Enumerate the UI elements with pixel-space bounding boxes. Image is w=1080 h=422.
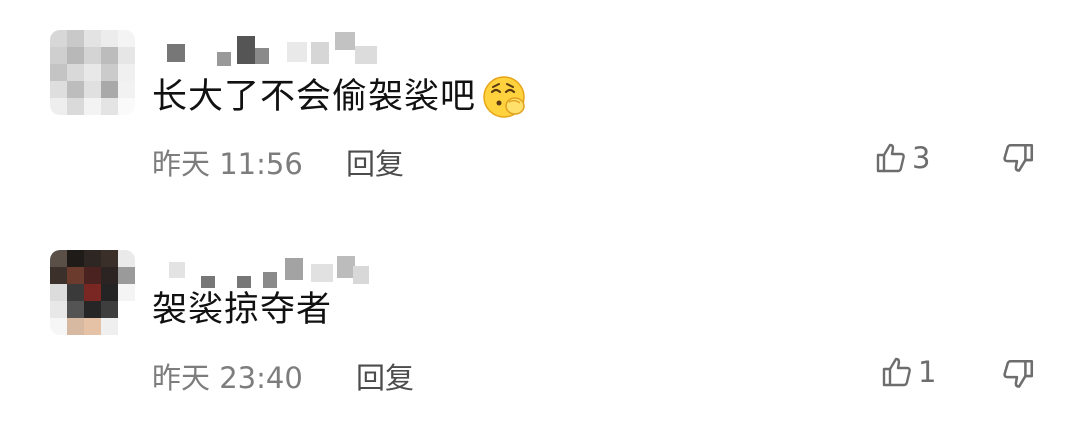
thumbs-down-outline-icon	[1003, 143, 1034, 172]
comment-text-content: 袈裟掠夺者	[152, 290, 333, 330]
comment-item: 长大了不会偷袈裟吧 昨天 11:56 回复 3	[0, 20, 1080, 210]
comment-text: 长大了不会偷袈裟吧	[152, 74, 528, 120]
username-blurred[interactable]	[165, 252, 405, 288]
shushing-face-emoji-icon	[482, 74, 528, 120]
username-blurred[interactable]	[165, 32, 405, 66]
comment-timestamp: 昨天 11:56	[152, 147, 303, 181]
thumbs-up-outline-icon	[882, 357, 911, 387]
dislike-button[interactable]	[1000, 357, 1036, 397]
reply-button[interactable]: 回复	[346, 141, 404, 183]
avatar[interactable]	[50, 30, 135, 115]
dislike-button[interactable]	[1000, 141, 1036, 181]
like-button[interactable]: 3	[874, 141, 930, 175]
like-count: 1	[918, 355, 937, 389]
thumbs-up-outline-icon	[876, 143, 905, 173]
comment-text: 袈裟掠夺者	[152, 288, 332, 332]
like-count: 3	[912, 141, 931, 175]
like-button[interactable]: 1	[880, 355, 936, 389]
comment-timestamp: 昨天 23:40	[152, 361, 303, 395]
thumbs-down-outline-icon	[1003, 359, 1034, 388]
comment-item: 袈裟掠夺者 昨天 23:40 回复 1	[0, 240, 1080, 420]
reply-button[interactable]: 回复	[356, 355, 414, 397]
comment-text-content: 长大了不会偷袈裟吧	[152, 77, 477, 117]
avatar[interactable]	[50, 250, 135, 335]
